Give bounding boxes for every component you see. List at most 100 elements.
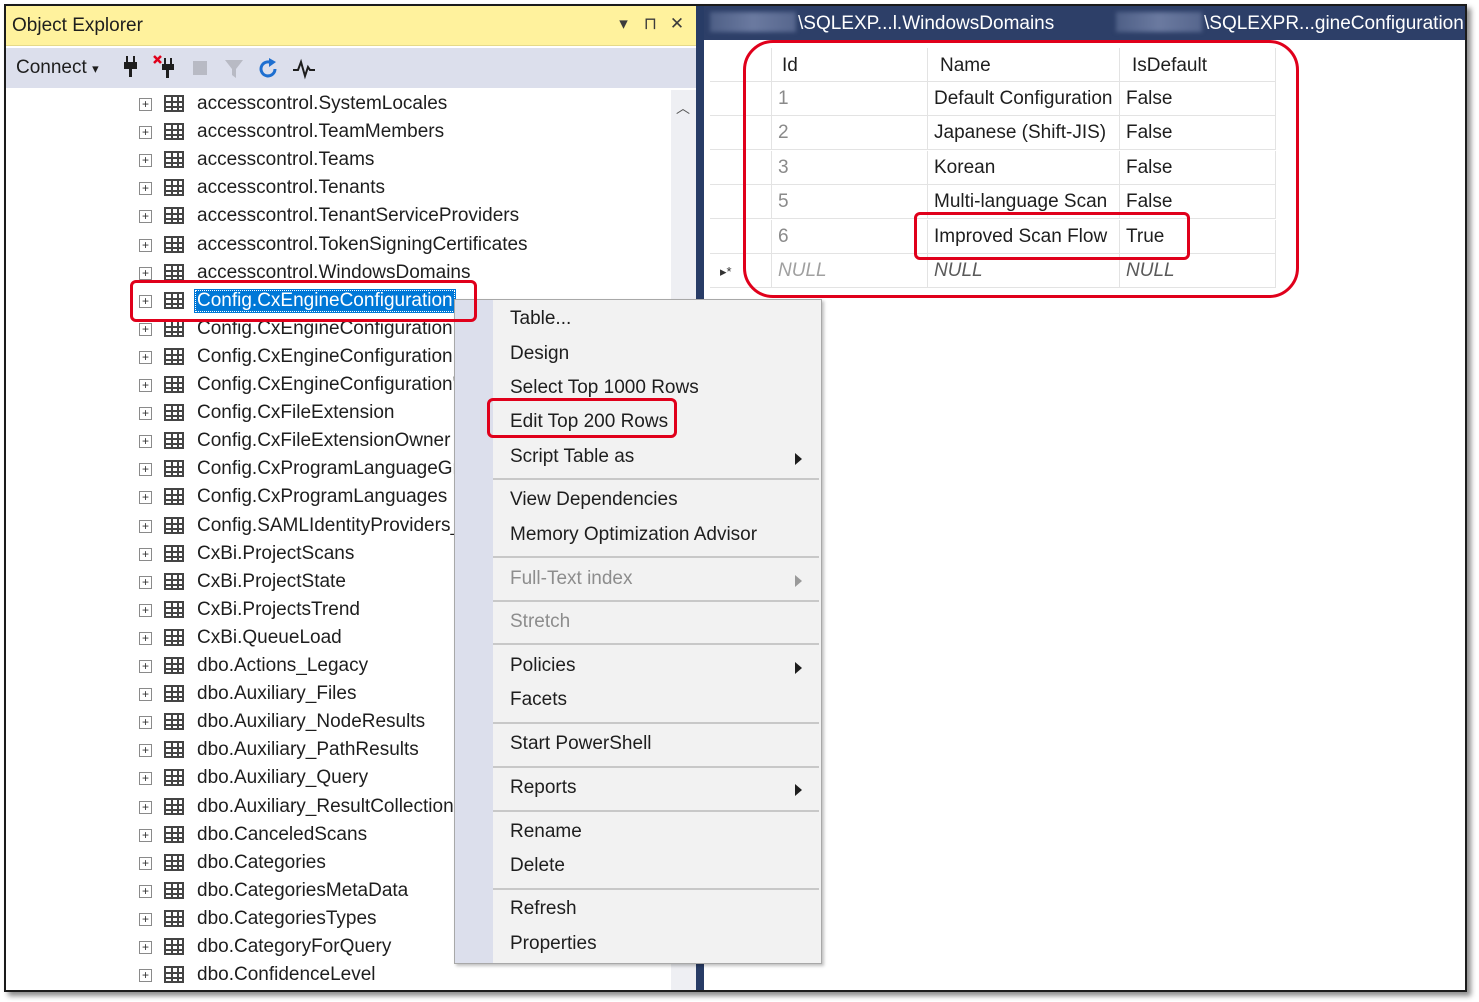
close-icon[interactable]: ✕ [666,14,688,34]
tree-item-table[interactable]: + accesscontrol.Tenants [6,174,671,202]
tree-item-table[interactable]: + accesscontrol.TeamMembers [6,118,671,146]
menu-separator [493,478,819,480]
expand-icon[interactable]: + [139,238,152,252]
table-icon [164,404,184,422]
tree-item-label: CxBi.ProjectsTrend [197,598,360,620]
expand-icon[interactable]: + [139,575,152,589]
menu-item-stretch: Stretch [510,611,571,632]
menu-item-script-table-as[interactable]: Script Table as [510,446,634,468]
menu-item-reports[interactable]: Reports [510,777,577,799]
tree-item-table[interactable]: + accesscontrol.TokenSigningCertificates [6,231,671,259]
expand-icon[interactable]: + [139,435,152,449]
scroll-up-icon[interactable]: ︿ [676,98,690,118]
menu-item-select-top-1000-rows[interactable]: Select Top 1000 Rows [510,377,699,399]
table-icon [164,376,184,393]
connect-plug-icon[interactable] [122,54,140,80]
table-icon [164,347,184,365]
table-icon [164,853,184,871]
object-explorer-toolbar: Connect ▾ [6,48,696,88]
tab-windows-domains[interactable]: \SQLEXP...l.WindowsDomains [710,6,1054,40]
tree-item-label: accesscontrol.SystemLocales [197,93,448,114]
disconnect-icon[interactable] [152,54,178,80]
connect-button[interactable]: Connect ▾ [16,57,99,79]
expand-icon[interactable]: + [139,660,152,673]
menu-item-view-dependencies[interactable]: View Dependencies [510,489,678,511]
expand-icon[interactable]: + [139,744,152,758]
menu-item-start-powershell[interactable]: Start PowerShell [510,733,652,755]
expand-icon[interactable]: + [139,603,152,617]
expand-icon[interactable]: + [139,828,152,842]
activity-monitor-icon[interactable] [292,58,316,80]
filter-icon [225,60,243,78]
expand-icon[interactable]: + [139,98,152,111]
pin-icon[interactable]: ⊓ [639,14,661,34]
expand-icon[interactable]: + [139,800,152,814]
submenu-arrow-icon [795,662,802,674]
table-icon [164,769,184,787]
submenu-arrow-icon [795,575,802,587]
tree-item-label: Config.CxFileExtension [197,402,395,424]
tree-item-label: dbo.CategoriesMetaData [197,879,409,901]
submenu-arrow-icon [795,453,802,465]
menu-item-rename[interactable]: Rename [510,821,582,843]
window-position-dropdown-icon[interactable]: ▾ [613,14,635,34]
connect-label: Connect [16,57,87,78]
expand-icon[interactable]: + [139,210,152,224]
table-icon [164,797,184,815]
expand-icon[interactable]: + [139,688,152,702]
expand-icon[interactable]: + [139,547,152,561]
menu-item-facets[interactable]: Facets [510,689,567,711]
menu-separator [493,810,819,812]
redacted-server-name [1116,12,1202,32]
menu-item-table[interactable]: Table... [510,308,571,330]
expand-icon[interactable]: + [139,322,152,336]
expand-icon[interactable]: + [139,182,152,196]
expand-icon[interactable]: + [139,519,152,533]
menu-item-refresh[interactable]: Refresh [510,898,577,920]
tab-engine-configuration[interactable]: \SQLEXPR...gineConfiguration [1116,6,1464,40]
menu-separator [493,600,819,602]
tree-item-label: dbo.Auxiliary_ResultCollection [197,795,454,817]
expand-icon[interactable]: + [139,407,152,421]
expand-icon[interactable]: + [139,154,152,168]
table-icon [164,657,184,674]
expand-icon[interactable]: + [139,772,152,786]
expand-icon[interactable]: + [139,379,152,392]
tree-item-label: accesscontrol.TokenSigningCertificates [197,233,528,255]
tree-item-label: Config.SAMLIdentityProviders_ [197,514,462,536]
expand-icon[interactable]: + [139,463,152,477]
expand-icon[interactable]: + [139,969,152,983]
tree-item-label: dbo.ConfidenceLevel [197,964,376,986]
tree-item-table[interactable]: + dbo.ConfidenceLevel [6,961,671,989]
tree-item-label: dbo.Auxiliary_NodeResults [197,711,426,733]
new-row-marker: ▸* [720,264,732,279]
tree-item-table[interactable]: + accesscontrol.SystemLocales [6,90,671,118]
expand-icon[interactable]: + [139,716,152,730]
expand-icon[interactable]: + [139,631,152,645]
expand-icon[interactable]: + [139,491,152,505]
tab-label: \SQLEXPR...gineConfiguration [1204,13,1464,34]
tree-item-table[interactable]: + accesscontrol.TenantServiceProviders [6,202,671,230]
menu-item-full-text-index: Full-Text index [510,568,633,589]
expand-icon[interactable]: + [139,350,152,364]
refresh-icon[interactable] [256,57,280,81]
menu-item-delete[interactable]: Delete [510,855,565,877]
expand-icon[interactable]: + [139,266,152,280]
document-tab-strip: \SQLEXP...l.WindowsDomains \SQLEXPR...gi… [704,6,1465,40]
table-icon [164,263,184,281]
expand-icon[interactable]: + [139,856,152,870]
highlight-selected-table [130,280,477,322]
menu-separator [493,722,819,724]
expand-icon[interactable]: + [139,912,152,926]
expand-icon[interactable]: + [139,884,152,898]
menu-item-policies[interactable]: Policies [510,655,575,677]
object-explorer-title-bar: Object Explorer ▾ ⊓ ✕ [6,6,696,46]
expand-icon[interactable]: + [139,941,152,954]
tree-item-table[interactable]: + accesscontrol.Teams [6,146,671,174]
expand-icon[interactable]: + [139,126,152,140]
menu-item-memory-optimization-advisor[interactable]: Memory Optimization Advisor [510,524,757,546]
tree-item-label: dbo.Auxiliary_Files [197,683,357,705]
menu-item-design[interactable]: Design [510,343,569,365]
menu-item-properties[interactable]: Properties [510,933,597,955]
highlight-improved-scan-flow-row [914,212,1190,260]
